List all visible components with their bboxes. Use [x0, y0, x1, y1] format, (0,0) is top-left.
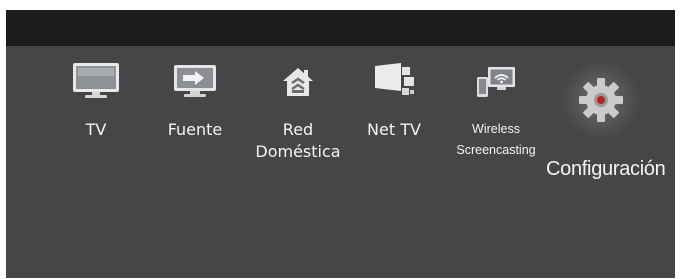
- wireless-screencasting-icon: [477, 67, 515, 97]
- menu-item-label: Fuente: [167, 120, 223, 139]
- menu-item-settings[interactable]: Configuración: [546, 60, 666, 180]
- home-network-icon: [283, 68, 313, 96]
- menu-item-label: TV: [85, 120, 107, 139]
- tv-home-menu-screen: TV Fuente Red Doméstica Net TV Wireless …: [6, 10, 675, 278]
- menu-item-label-line2: Screencasting: [456, 143, 536, 157]
- menu-item-label-line1: Wireless: [472, 122, 520, 136]
- tv-icon: [73, 63, 119, 98]
- menu-item-label: Net TV: [367, 120, 421, 139]
- menu-item-wireless-screencasting[interactable]: Wireless Screencasting: [444, 60, 548, 170]
- top-bar: [6, 10, 675, 46]
- menu-item-net-tv[interactable]: Net TV: [356, 60, 432, 140]
- source-input-icon: [174, 65, 216, 97]
- menu-item-label-line2: Doméstica: [255, 142, 341, 161]
- menu-item-label: Configuración: [546, 158, 666, 180]
- net-tv-icon: [375, 63, 414, 95]
- menu-item-source[interactable]: Fuente: [160, 60, 230, 140]
- gear-icon: [579, 78, 623, 122]
- menu-item-label-line1: Red: [282, 120, 314, 139]
- menu-item-home-network[interactable]: Red Doméstica: [253, 60, 343, 170]
- menu-item-tv[interactable]: TV: [64, 60, 128, 140]
